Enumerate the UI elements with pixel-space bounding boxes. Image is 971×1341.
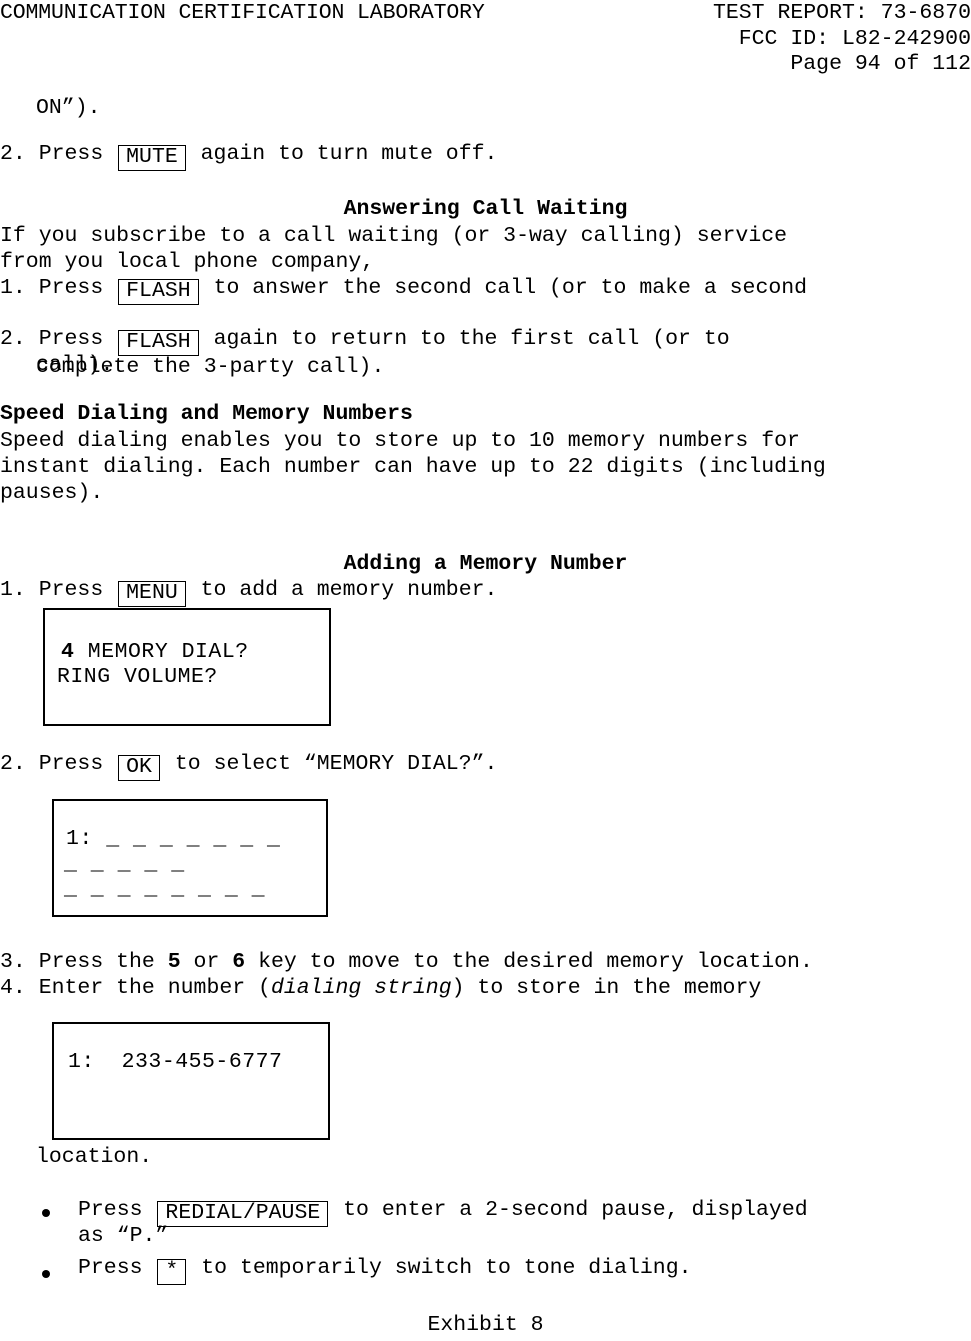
lcd2-line-1: 1: _ _ _ _ _ _ _ xyxy=(66,827,281,851)
step-number: 2. xyxy=(0,142,26,166)
press-word: Press xyxy=(38,578,104,602)
key-menu[interactable]: MENU xyxy=(118,581,186,607)
heading-answering-call-waiting: Answering Call Waiting xyxy=(343,197,628,221)
step3-text-b: or xyxy=(180,950,233,974)
lcd1-menu-index: 4 xyxy=(61,640,75,664)
step-number: 2. xyxy=(0,327,26,351)
laboratory-name: COMMUNICATION CERTIFICATION LABORATORY xyxy=(0,1,485,25)
step-menu: 1. Press MENU to add a memory number. xyxy=(0,578,497,607)
call-waiting-intro-line-2: from you local phone company, xyxy=(0,250,375,274)
step-flash-1: 1. Press FLASH to answer the second call… xyxy=(0,276,807,305)
step-mute-rest: again to turn mute off. xyxy=(200,142,498,166)
lcd1-line-2: RING VOLUME? xyxy=(57,665,218,689)
key-flash[interactable]: FLASH xyxy=(118,330,199,356)
call-waiting-intro-line-1: If you subscribe to a call waiting (or 3… xyxy=(0,224,788,248)
speed-dialing-line-3: pauses). xyxy=(0,481,104,505)
step-number: 1. xyxy=(0,276,26,300)
bullet-redial-pause-rest: to enter a 2-second pause, displayed xyxy=(343,1198,808,1222)
fcc-id: FCC ID: L82-242900 xyxy=(738,26,971,51)
key-mute[interactable]: MUTE xyxy=(118,145,186,171)
key-redial-pause[interactable]: REDIAL/PAUSE xyxy=(157,1201,329,1227)
press-word: Press xyxy=(78,1198,143,1222)
step-number: 2. xyxy=(0,752,26,776)
document-page: COMMUNICATION CERTIFICATION LABORATORY T… xyxy=(0,0,971,1341)
continuation-text: ON”). xyxy=(36,96,101,120)
step-ok-rest: to select “MEMORY DIAL?”. xyxy=(174,752,498,776)
heading-adding-memory-number: Adding a Memory Number xyxy=(343,552,628,576)
step-flash-1-rest: to answer the second call (or to make a … xyxy=(213,276,808,300)
heading-speed-dialing: Speed Dialing and Memory Numbers xyxy=(0,402,413,426)
key-star[interactable]: * xyxy=(157,1259,187,1285)
step-number: 4. xyxy=(0,976,26,1000)
step-number: 1. xyxy=(0,578,26,602)
header-report-info: TEST REPORT: 73-6870 FCC ID: L82-242900 … xyxy=(551,1,971,78)
step-flash-2: 2. Press FLASH again to return to the fi… xyxy=(0,327,730,356)
key-flash[interactable]: FLASH xyxy=(118,279,199,305)
step-press-label xyxy=(26,142,39,166)
step-enter-number-continuation: location. xyxy=(36,1145,153,1169)
page-number: Page 94 of 112 xyxy=(790,52,971,77)
step4-text-b: ) to store in the memory xyxy=(451,976,762,1000)
bullet-marker-icon xyxy=(42,1209,50,1217)
bullet-redial-pause: Press REDIAL/PAUSE to enter a 2-second p… xyxy=(78,1198,808,1227)
bullet-star-key-rest: to temporarily switch to tone dialing. xyxy=(201,1256,692,1280)
press-word: Press xyxy=(38,327,104,351)
step-mute: 2. Press MUTE again to turn mute off. xyxy=(0,142,497,171)
lcd-display-menu-options: 4 MEMORY DIAL? RING VOLUME? xyxy=(43,608,331,726)
key-ok[interactable]: OK xyxy=(118,755,160,781)
step3-text-a: Press the xyxy=(38,950,168,974)
lcd1-line-1: 4 MEMORY DIAL? xyxy=(61,640,249,665)
document-header: COMMUNICATION CERTIFICATION LABORATORY T… xyxy=(0,0,971,80)
speed-dialing-line-1: Speed dialing enables you to store up to… xyxy=(0,429,800,453)
test-report-number: TEST REPORT: 73-6870 xyxy=(712,1,971,25)
bullet-star-key: Press * to temporarily switch to tone di… xyxy=(78,1256,692,1285)
lcd-display-empty-memory: 1: _ _ _ _ _ _ _ _ _ _ _ _ _ _ _ _ _ _ _… xyxy=(52,799,328,917)
key-5[interactable]: 5 xyxy=(168,950,181,974)
bullet-marker-icon xyxy=(42,1270,50,1278)
speed-dialing-line-2: instant dialing. Each number can have up… xyxy=(0,455,826,479)
step-flash-2-rest: again to return to the first call (or to xyxy=(213,327,730,351)
lcd1-menu-label: MEMORY DIAL? xyxy=(74,640,249,664)
exhibit-footer: Exhibit 8 xyxy=(427,1313,544,1337)
bullet-redial-pause-continuation: as “P.” xyxy=(78,1224,169,1248)
lcd2-line-3: _ _ _ _ _ _ _ _ xyxy=(64,877,266,901)
step-flash-2-continuation: complete the 3-party call). xyxy=(36,355,385,379)
step4-italic-term: dialing string xyxy=(270,976,452,1000)
step4-text-a: Enter the number ( xyxy=(38,976,271,1000)
lcd3-line-1: 1: 233-455-6777 xyxy=(68,1050,283,1074)
step-number: 3. xyxy=(0,950,26,974)
press-word: Press xyxy=(38,142,104,166)
step-enter-number: 4. Enter the number (dialing string) to … xyxy=(0,976,761,1002)
step-menu-rest: to add a memory number. xyxy=(200,578,498,602)
key-6[interactable]: 6 xyxy=(232,950,245,974)
press-word: Press xyxy=(38,276,104,300)
step-ok: 2. Press OK to select “MEMORY DIAL?”. xyxy=(0,752,497,781)
step-arrow-keys: 3. Press the 5 or 6 key to move to the d… xyxy=(0,950,813,976)
step3-text-c: key to move to the desired memory locati… xyxy=(245,950,813,974)
lcd2-line-2: _ _ _ _ _ xyxy=(64,852,185,876)
lcd-display-stored-number: 1: 233-455-6777 xyxy=(52,1022,330,1140)
press-word: Press xyxy=(78,1256,143,1280)
press-word: Press xyxy=(38,752,104,776)
